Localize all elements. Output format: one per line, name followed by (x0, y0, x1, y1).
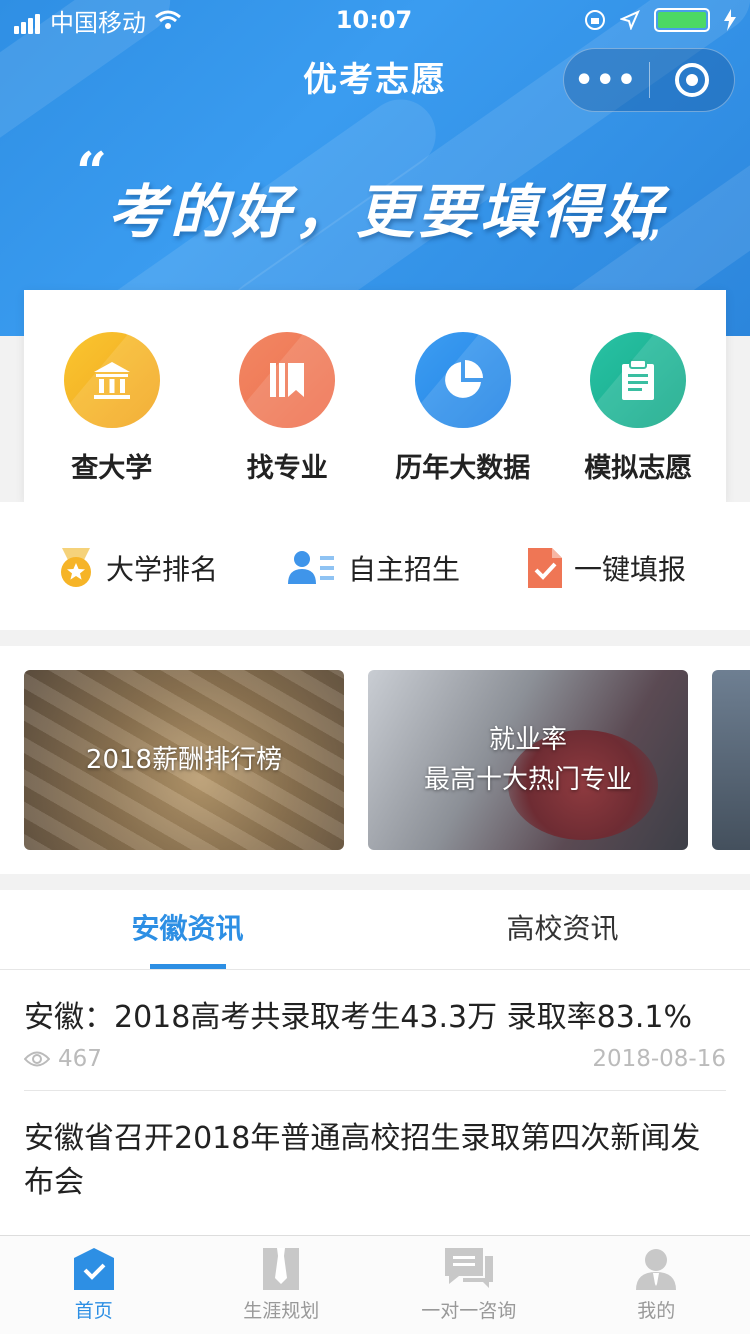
tab-mine[interactable]: 我的 (563, 1236, 750, 1334)
tab-label: 生涯规划 (243, 1300, 320, 1322)
news-title: 安徽省召开2018年普通高校招生录取第四次新闻发布会 (24, 1121, 701, 1200)
tab-home[interactable]: 首页 (0, 1236, 188, 1334)
medal-icon (61, 548, 91, 587)
eye-icon (24, 1051, 50, 1067)
wifi-icon (155, 10, 181, 29)
battery-icon (654, 8, 710, 32)
tab-career-planning[interactable]: 生涯规划 (188, 1236, 376, 1334)
news-item[interactable]: 安徽省召开2018年普通高校招生录取第四次新闻发布会 (24, 1091, 726, 1205)
banner-title: 就业率 最高十大热门专业 (424, 720, 632, 800)
banner-employment-rate[interactable]: 就业率 最高十大热门专业 (368, 670, 688, 850)
clock: 10:07 (335, 6, 413, 34)
quick-link-label: 大学排名 (106, 553, 219, 586)
tab-indicator (150, 964, 226, 969)
news-tabs: 安徽资讯 高校资讯 (0, 890, 750, 970)
banner-line2: 最高十大热门专业 (423, 765, 632, 795)
quick-links-row: 大学排名 自主招生 一键填报 (0, 502, 750, 630)
banner-salary-ranking[interactable]: 2018薪酬排行榜 (24, 670, 344, 850)
view-count-value: 467 (58, 1046, 102, 1072)
user-list-icon (288, 551, 334, 584)
charging-icon (724, 9, 736, 31)
banner-title: 2018薪酬排行榜 (85, 745, 283, 775)
banner-next-peek[interactable] (712, 670, 750, 850)
quick-link-independent-admission[interactable]: 自主招生 (288, 548, 460, 588)
quote-open-mark: “ (76, 140, 108, 204)
hero-slogan: 考的好，更要填得好 (108, 178, 667, 246)
quick-link-label: 自主招生 (348, 553, 461, 586)
tab-college-news[interactable]: 高校资讯 (375, 890, 750, 969)
news-meta: 467 2018-08-16 (24, 1040, 726, 1090)
action-label: 模拟志愿 (584, 453, 693, 484)
action-historical-data[interactable]: 历年大数据 (375, 290, 551, 502)
status-bar: 中国移动 10:07 (0, 0, 750, 40)
tab-label: 首页 (74, 1300, 113, 1322)
clipboard-icon (590, 332, 687, 428)
more-menu-button[interactable]: ••• (564, 63, 649, 98)
quick-link-label: 一键填报 (574, 553, 687, 586)
document-check-icon (528, 548, 562, 588)
banner-line1: 就业率 (488, 725, 567, 755)
university-icon (63, 332, 160, 428)
action-find-university[interactable]: 查大学 (24, 290, 200, 502)
tab-label: 一对一咨询 (421, 1300, 517, 1322)
profile-icon (636, 1249, 677, 1290)
tab-anhui-news[interactable]: 安徽资讯 (0, 890, 375, 969)
miniprogram-capsule: ••• (563, 48, 735, 112)
news-section: 安徽资讯 高校资讯 安徽：2018高考共录取考生43.3万 录取率83.1% 4… (0, 890, 750, 1235)
action-label: 找专业 (246, 453, 328, 484)
rotation-lock-icon (585, 10, 605, 30)
home-icon (73, 1248, 114, 1290)
close-miniprogram-button[interactable] (650, 63, 735, 97)
career-icon (263, 1248, 300, 1290)
quick-link-one-click-apply[interactable]: 一键填报 (528, 548, 686, 588)
signal-icon (14, 6, 42, 34)
news-date: 2018-08-16 (592, 1046, 726, 1072)
banner-carousel: 2018薪酬排行榜 就业率 最高十大热门专业 (0, 646, 750, 874)
main-actions-card: 查大学 找专业 历年大数据 模拟志愿 (24, 290, 726, 502)
quote-close-mark: ” (638, 222, 662, 269)
location-icon (620, 10, 640, 30)
view-count: 467 (24, 1046, 102, 1072)
bottom-tab-bar: 首页 生涯规划 一对一咨询 我的 (0, 1235, 750, 1334)
action-mock-application[interactable]: 模拟志愿 (551, 290, 727, 502)
chat-icon (444, 1248, 493, 1288)
news-title: 安徽：2018高考共录取考生43.3万 录取率83.1% (24, 1000, 692, 1035)
quick-link-university-ranking[interactable]: 大学排名 (58, 548, 218, 588)
book-icon (239, 332, 336, 428)
news-item[interactable]: 安徽：2018高考共录取考生43.3万 录取率83.1% 467 2018-08… (24, 970, 726, 1091)
tab-label: 我的 (637, 1300, 676, 1322)
action-find-major[interactable]: 找专业 (200, 290, 376, 502)
action-label: 历年大数据 (395, 453, 531, 484)
action-label: 查大学 (71, 453, 153, 484)
pie-chart-icon (414, 332, 511, 428)
tab-one-on-one-consult[interactable]: 一对一咨询 (375, 1236, 563, 1334)
target-icon (674, 63, 709, 97)
carrier-label: 中国移动 (50, 8, 146, 37)
